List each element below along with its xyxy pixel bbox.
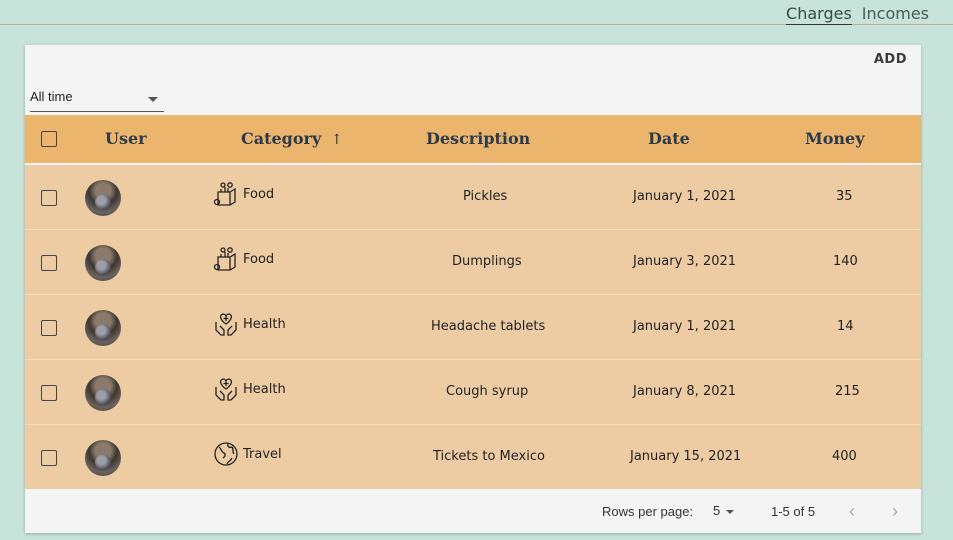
rows-per-page-select[interactable]: 5 bbox=[713, 503, 735, 518]
table-row[interactable]: Travel Tickets to Mexico January 15, 202… bbox=[25, 425, 921, 489]
row-checkbox[interactable] bbox=[41, 190, 57, 206]
column-header-date[interactable]: Date bbox=[648, 115, 690, 163]
top-nav: Charges Incomes bbox=[786, 4, 929, 25]
globe-icon bbox=[214, 442, 238, 466]
health-hands-icon bbox=[215, 313, 237, 336]
date-cell: January 15, 2021 bbox=[630, 449, 742, 464]
pagination-range: 1-5 of 5 bbox=[771, 504, 816, 519]
category-cell: Food bbox=[213, 179, 274, 209]
category-label: Food bbox=[243, 251, 275, 267]
money-cell: 35 bbox=[836, 189, 853, 204]
table-body: Food Pickles January 1, 2021 35 Food Dum… bbox=[25, 165, 921, 489]
description-cell: Headache tablets bbox=[431, 319, 546, 334]
money-cell: 400 bbox=[832, 449, 857, 464]
row-checkbox[interactable] bbox=[41, 385, 57, 401]
category-label: Food bbox=[243, 186, 275, 202]
date-cell: January 1, 2021 bbox=[633, 319, 737, 334]
table-row[interactable]: Health Cough syrup January 8, 2021 215 bbox=[25, 360, 921, 425]
date-cell: January 8, 2021 bbox=[633, 384, 737, 399]
row-checkbox[interactable] bbox=[41, 320, 57, 336]
health-hands-icon bbox=[215, 378, 237, 401]
row-checkbox[interactable] bbox=[41, 450, 57, 466]
filter-row: All time bbox=[25, 79, 921, 115]
nav-charges-link[interactable]: Charges bbox=[786, 4, 852, 25]
description-cell: Pickles bbox=[463, 189, 508, 204]
money-cell: 215 bbox=[835, 384, 860, 399]
description-cell: Dumplings bbox=[452, 254, 522, 269]
column-header-category[interactable]: Category ↑ bbox=[241, 115, 343, 163]
column-header-category-label: Category bbox=[241, 129, 322, 148]
table-row[interactable]: Food Pickles January 1, 2021 35 bbox=[25, 165, 921, 230]
time-filter-value: All time bbox=[30, 89, 73, 104]
avatar bbox=[85, 310, 121, 346]
column-header-user[interactable]: User bbox=[105, 115, 147, 163]
avatar bbox=[85, 245, 121, 281]
date-cell: January 1, 2021 bbox=[633, 189, 737, 204]
avatar bbox=[85, 375, 121, 411]
table-row[interactable]: Food Dumplings January 3, 2021 140 bbox=[25, 230, 921, 295]
table-row[interactable]: Health Headache tablets January 1, 2021 … bbox=[25, 295, 921, 360]
category-cell: Health bbox=[213, 374, 286, 404]
row-checkbox[interactable] bbox=[41, 255, 57, 271]
category-label: Health bbox=[243, 381, 286, 397]
money-cell: 14 bbox=[837, 319, 854, 334]
description-cell: Tickets to Mexico bbox=[433, 449, 545, 464]
avatar bbox=[85, 180, 121, 216]
category-label: Health bbox=[243, 316, 286, 332]
table-pagination: Rows per page: 5 1-5 of 5 ‹ › bbox=[25, 490, 921, 533]
add-button[interactable]: ADD bbox=[874, 52, 907, 67]
column-header-money[interactable]: Money bbox=[805, 115, 865, 163]
category-label: Travel bbox=[243, 446, 282, 462]
money-cell: 140 bbox=[833, 254, 858, 269]
select-all-checkbox[interactable] bbox=[41, 131, 57, 147]
date-cell: January 3, 2021 bbox=[633, 254, 737, 269]
table-header: User Category ↑ Description Date Money bbox=[25, 115, 921, 165]
card-header: ADD bbox=[25, 45, 921, 79]
category-cell: Health bbox=[213, 309, 286, 339]
column-header-description[interactable]: Description bbox=[426, 115, 530, 163]
sort-arrow-up-icon: ↑ bbox=[330, 132, 343, 148]
next-page-icon[interactable]: › bbox=[892, 501, 898, 522]
time-filter-select[interactable]: All time bbox=[30, 85, 164, 112]
caret-down-icon bbox=[148, 97, 158, 102]
rows-per-page-value: 5 bbox=[713, 503, 721, 518]
charges-table-card: ADD All time User Category ↑ Description… bbox=[25, 45, 921, 533]
caret-down-icon bbox=[726, 509, 735, 514]
description-cell: Cough syrup bbox=[446, 384, 529, 399]
category-cell: Food bbox=[213, 244, 274, 274]
previous-page-icon[interactable]: ‹ bbox=[849, 501, 855, 522]
avatar bbox=[85, 440, 121, 476]
grocery-bag-icon bbox=[213, 247, 236, 271]
rows-per-page-label: Rows per page: bbox=[602, 504, 694, 519]
nav-incomes-link[interactable]: Incomes bbox=[862, 4, 929, 25]
top-bar: Charges Incomes bbox=[0, 0, 953, 25]
grocery-bag-icon bbox=[213, 182, 236, 206]
category-cell: Travel bbox=[213, 439, 282, 469]
